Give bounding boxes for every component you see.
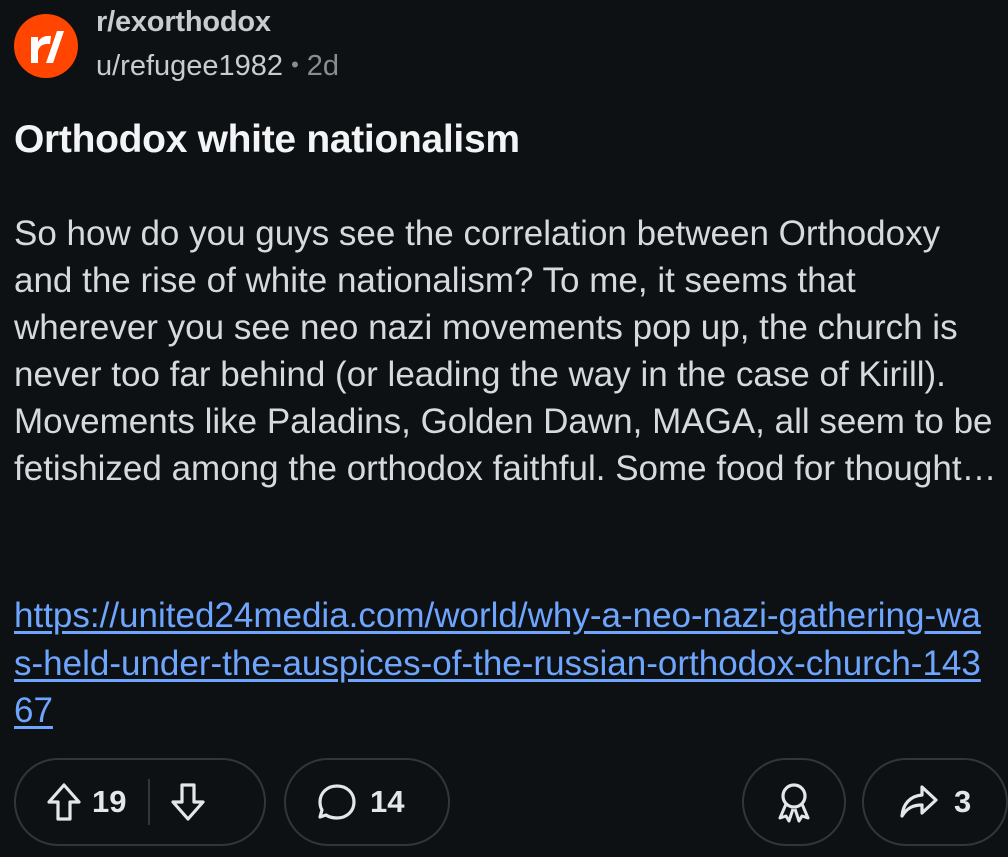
share-count: 3 xyxy=(954,784,972,819)
subreddit-logo-icon xyxy=(31,31,64,63)
share-icon xyxy=(898,783,940,821)
upvote-count: 19 xyxy=(92,784,127,819)
award-button[interactable] xyxy=(742,758,846,846)
post-meta: u/refugee1982 • 2d xyxy=(96,50,339,83)
post-body: So how do you guys see the correlation b… xyxy=(14,214,997,488)
vote-divider xyxy=(148,779,151,825)
author-name[interactable]: u/refugee1982 xyxy=(96,50,283,82)
award-icon xyxy=(774,781,814,823)
post-actions-bar: 19 14 3 xyxy=(0,758,1008,848)
comments-button[interactable]: 14 xyxy=(284,758,450,846)
post-link[interactable]: https://united24media.com/world/why-a-ne… xyxy=(14,592,989,735)
vote-control: 19 xyxy=(14,758,266,846)
downvote-icon[interactable] xyxy=(170,782,206,822)
post-age: 2d xyxy=(306,50,340,82)
comment-count: 14 xyxy=(370,784,405,819)
share-button[interactable]: 3 xyxy=(862,758,1008,846)
comment-icon xyxy=(316,782,358,822)
meta-separator: • xyxy=(291,52,299,77)
subreddit-name[interactable]: r/exorthodox xyxy=(96,6,271,39)
post-title[interactable]: Orthodox white nationalism xyxy=(14,118,520,162)
post-header: r/exorthodox u/refugee1982 • 2d xyxy=(14,6,614,86)
upvote-icon[interactable] xyxy=(46,782,82,822)
subreddit-avatar-icon[interactable] xyxy=(14,14,78,78)
